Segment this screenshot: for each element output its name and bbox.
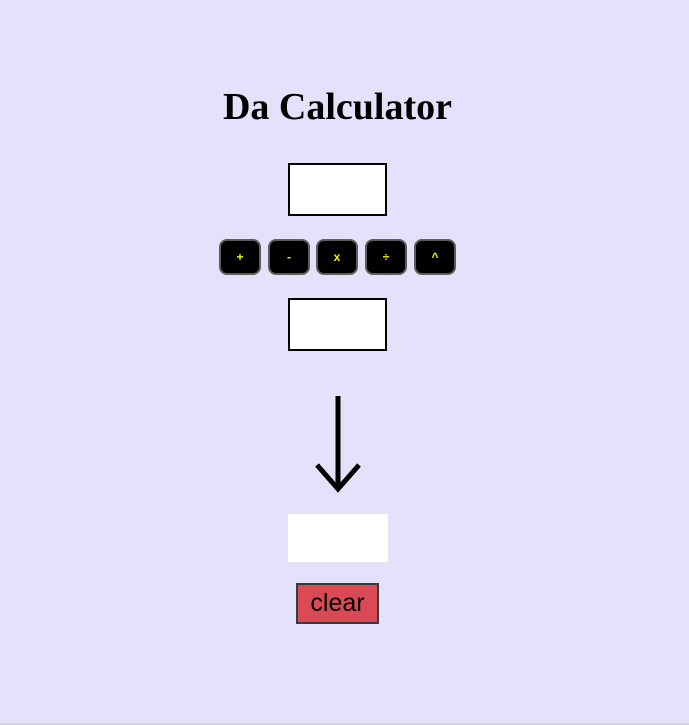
- clear-button[interactable]: clear: [296, 583, 379, 624]
- operator-buttons: + - x ÷ ^: [219, 239, 459, 276]
- power-button[interactable]: ^: [414, 239, 456, 275]
- page-title: Da Calculator: [222, 86, 453, 128]
- arrow-down-icon: [315, 396, 361, 493]
- multiply-button[interactable]: x: [316, 239, 358, 275]
- divide-button[interactable]: ÷: [365, 239, 407, 275]
- first-number-input[interactable]: [288, 163, 387, 216]
- subtract-button[interactable]: -: [268, 239, 310, 275]
- add-button[interactable]: +: [219, 239, 261, 275]
- result-display: [288, 514, 388, 562]
- second-number-input[interactable]: [288, 298, 387, 351]
